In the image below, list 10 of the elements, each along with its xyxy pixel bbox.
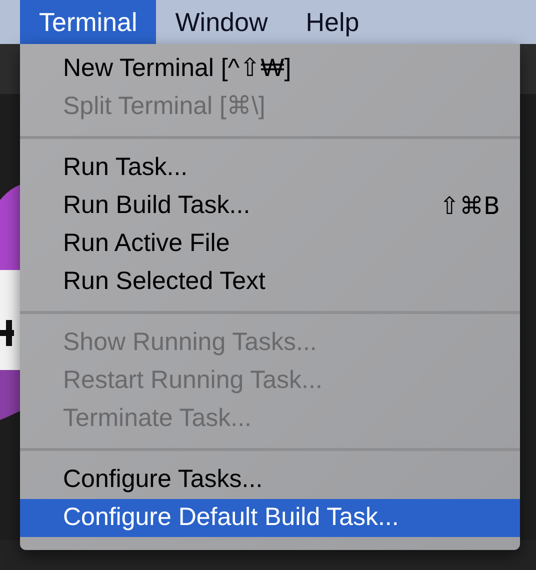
- menu-bar-item[interactable]: Window: [156, 0, 287, 44]
- menu-item[interactable]: Configure Tasks...: [20, 461, 520, 499]
- menu-bar-item[interactable]: Help: [286, 0, 378, 44]
- menu-item[interactable]: Configure Default Build Task...: [20, 499, 520, 537]
- menu-item[interactable]: Run Build Task... ⇧⌘B: [20, 187, 520, 225]
- menu-item[interactable]: Run Active File: [20, 225, 520, 263]
- menu-item[interactable]: Run Task...: [20, 149, 520, 187]
- menu-item[interactable]: New Terminal [^⇧₩]: [20, 50, 520, 88]
- menu-bar-item[interactable]: Terminal: [20, 0, 156, 44]
- menu-item[interactable]: Run Selected Text: [20, 263, 520, 301]
